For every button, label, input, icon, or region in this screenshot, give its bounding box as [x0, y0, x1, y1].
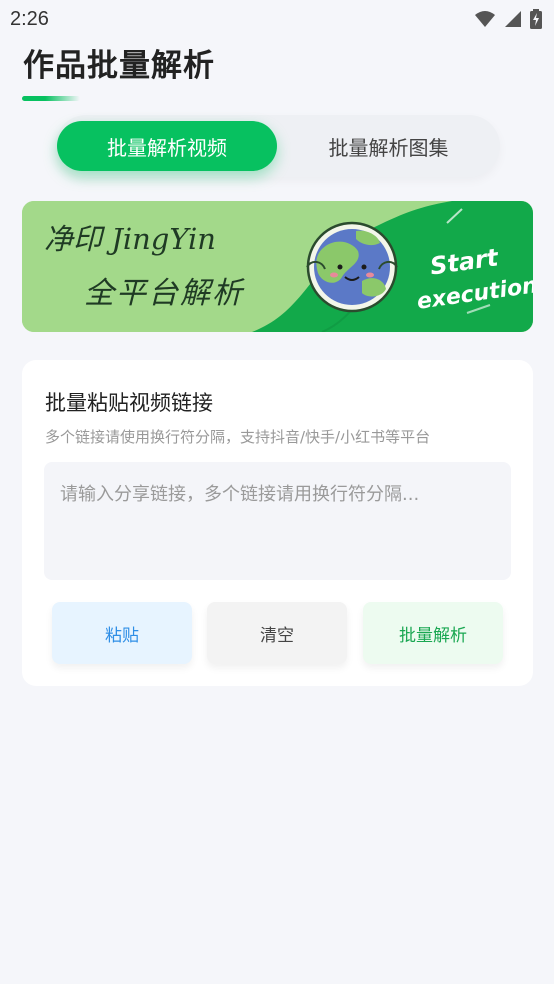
promo-banner[interactable]: 净印 JingYin 全平台解析 Start execution	[22, 201, 533, 332]
title-underline	[22, 96, 80, 101]
status-time: 2:26	[10, 7, 49, 30]
card-title: 批量粘贴视频链接	[45, 391, 213, 415]
clear-button[interactable]: 清空	[207, 602, 347, 664]
status-icons	[474, 9, 542, 29]
banner-subtitle-text: 全平台解析	[84, 276, 245, 311]
banner-graphic: 净印 JingYin 全平台解析 Start execution	[22, 201, 533, 332]
page-title: 作品批量解析	[23, 48, 215, 84]
paste-button[interactable]: 粘贴	[52, 602, 192, 664]
battery-icon	[530, 9, 542, 29]
tab-batch-gallery[interactable]: 批量解析图集	[277, 115, 500, 177]
share-link-input[interactable]	[44, 462, 511, 580]
tab-batch-video[interactable]: 批量解析视频	[57, 121, 277, 171]
status-bar: 2:26	[0, 0, 554, 38]
tab-bar: 批量解析视频 批量解析图集	[55, 115, 500, 177]
banner-title-text: 净印 JingYin	[44, 222, 216, 256]
earth-icon	[306, 221, 398, 313]
signal-icon	[505, 11, 521, 27]
wifi-icon	[475, 11, 495, 27]
batch-parse-button[interactable]: 批量解析	[363, 602, 503, 664]
batch-link-card: 批量粘贴视频链接 多个链接请使用换行符分隔，支持抖音/快手/小红书等平台 粘贴 …	[22, 360, 533, 686]
card-subtitle: 多个链接请使用换行符分隔，支持抖音/快手/小红书等平台	[45, 428, 431, 446]
